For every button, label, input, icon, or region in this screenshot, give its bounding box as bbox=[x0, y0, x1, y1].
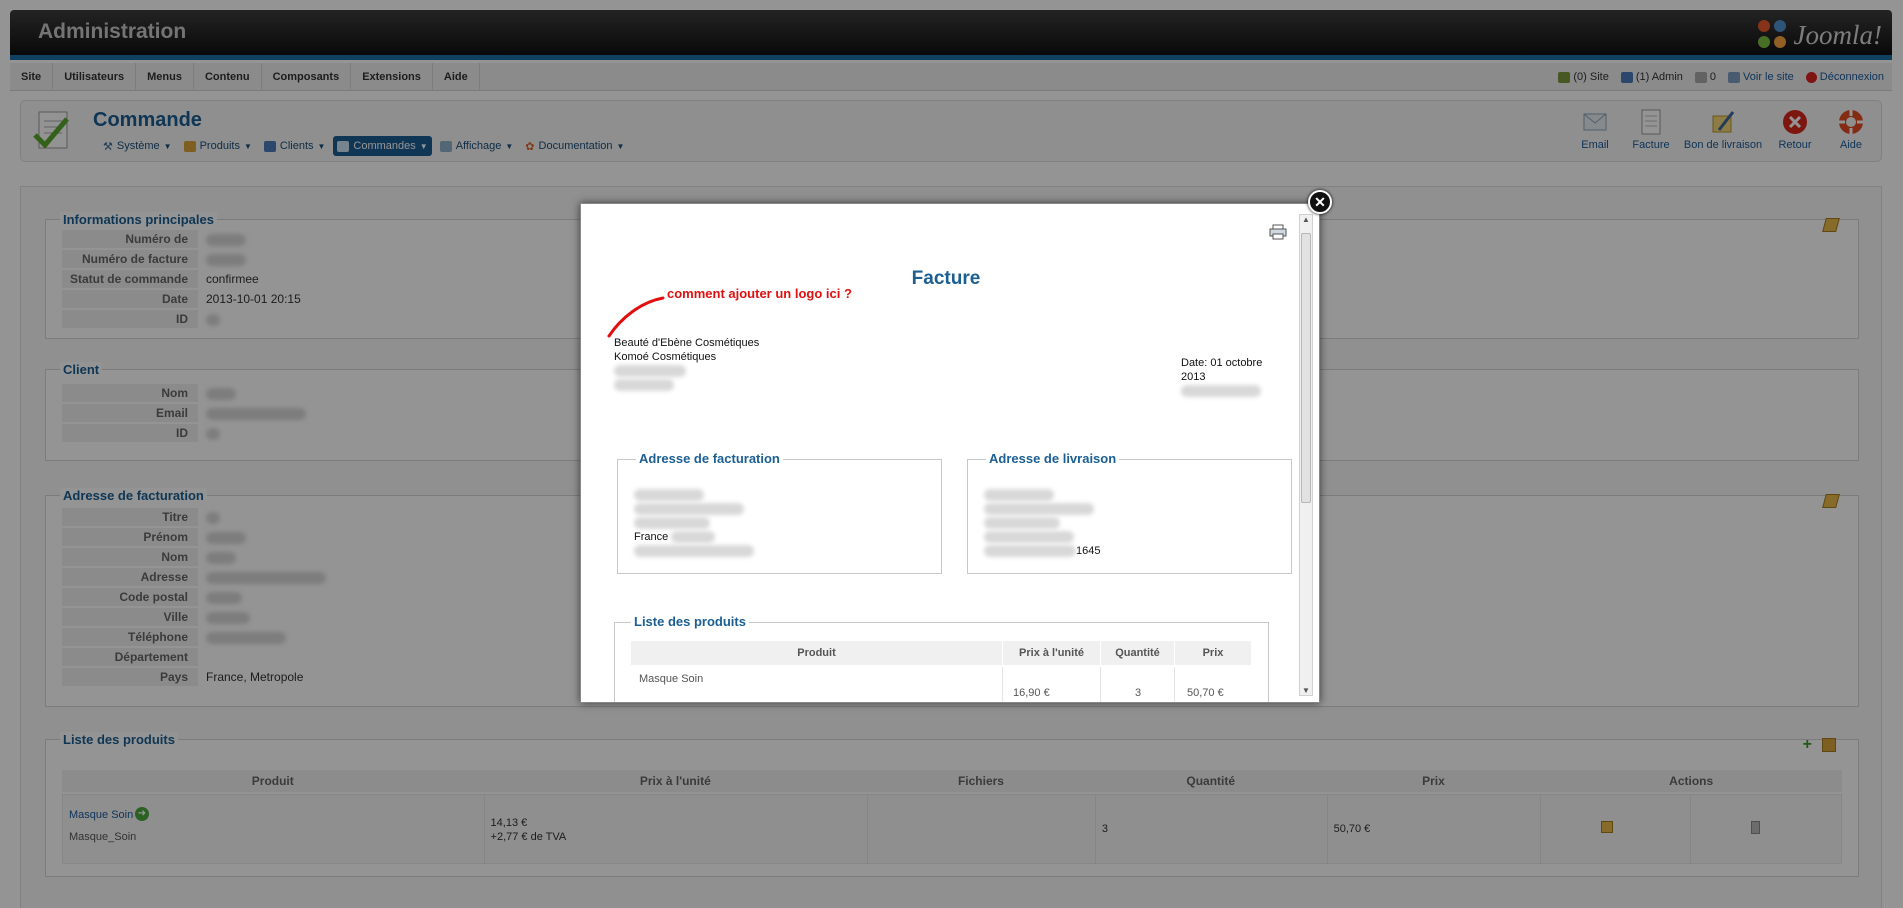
redacted-value bbox=[984, 489, 1054, 502]
redacted-value bbox=[614, 379, 674, 392]
invoice-table-header: Produit Prix à l'unité Quantité Prix bbox=[631, 641, 1251, 665]
invoice-product-legend: Liste des produits bbox=[631, 614, 749, 629]
invoice-shipping-address: Adresse de livraison 1645 bbox=[967, 451, 1292, 574]
redacted-value bbox=[634, 503, 744, 516]
redacted-value bbox=[614, 365, 686, 378]
inv-quantity: 3 bbox=[1135, 687, 1142, 699]
company-brand: Komoé Cosmétiques bbox=[614, 351, 717, 363]
redacted-value bbox=[671, 531, 716, 544]
scroll-down-icon[interactable]: ▼ bbox=[1300, 686, 1312, 695]
redacted-value bbox=[634, 517, 710, 530]
redacted-value bbox=[634, 489, 704, 502]
invoice-year: 2013 bbox=[1181, 371, 1206, 383]
scroll-up-icon[interactable]: ▲ bbox=[1300, 215, 1312, 224]
redacted-value bbox=[984, 503, 1094, 516]
modal-scrollbar[interactable]: ▲ ▼ bbox=[1299, 214, 1313, 696]
company-block: Beauté d'Ebène Cosmétiques Komoé Cosméti… bbox=[614, 336, 759, 392]
inv-row-price: 50,70 € bbox=[1187, 687, 1224, 699]
invoice-date: Date: 01 octobre bbox=[1181, 357, 1263, 369]
inv-col-unit-price: Prix à l'unité bbox=[1003, 641, 1101, 665]
invoice-modal: Facture comment ajouter un logo ici ? Be… bbox=[580, 203, 1320, 703]
inv-product-name: Masque Soin bbox=[639, 673, 704, 685]
invoice-date-block: Date: 01 octobre 2013 bbox=[1181, 356, 1271, 398]
redacted-value bbox=[984, 531, 1074, 544]
shipping-phone-tail: 1645 bbox=[1076, 545, 1101, 557]
redacted-value bbox=[984, 545, 1076, 558]
print-icon[interactable] bbox=[1269, 224, 1287, 240]
close-icon: ✕ bbox=[1314, 194, 1326, 210]
invoice-billing-legend: Adresse de facturation bbox=[636, 451, 783, 466]
inv-col-price: Prix bbox=[1202, 647, 1224, 659]
inv-col-product: Produit bbox=[631, 641, 1003, 665]
close-modal-button[interactable]: ✕ bbox=[1308, 190, 1332, 214]
redacted-value bbox=[634, 545, 754, 558]
table-row: Masque Soin 16,90 € 3 50,70 € bbox=[631, 667, 1251, 702]
inv-unit-price: 16,90 € bbox=[1013, 687, 1050, 699]
logo-annotation: comment ajouter un logo ici ? bbox=[667, 286, 852, 301]
invoice-shipping-legend: Adresse de livraison bbox=[986, 451, 1120, 466]
scrollbar-thumb[interactable] bbox=[1301, 233, 1311, 503]
invoice-billing-address: Adresse de facturation France bbox=[617, 451, 942, 574]
billing-country: France bbox=[634, 531, 669, 543]
redacted-value bbox=[984, 517, 1060, 530]
redacted-value bbox=[1181, 385, 1261, 398]
company-name: Beauté d'Ebène Cosmétiques bbox=[614, 337, 760, 349]
inv-col-quantity: Quantité bbox=[1101, 641, 1175, 665]
invoice-product-list: Liste des produits Produit Prix à l'unit… bbox=[614, 614, 1269, 702]
invoice-document: Facture comment ajouter un logo ici ? Be… bbox=[581, 204, 1297, 702]
